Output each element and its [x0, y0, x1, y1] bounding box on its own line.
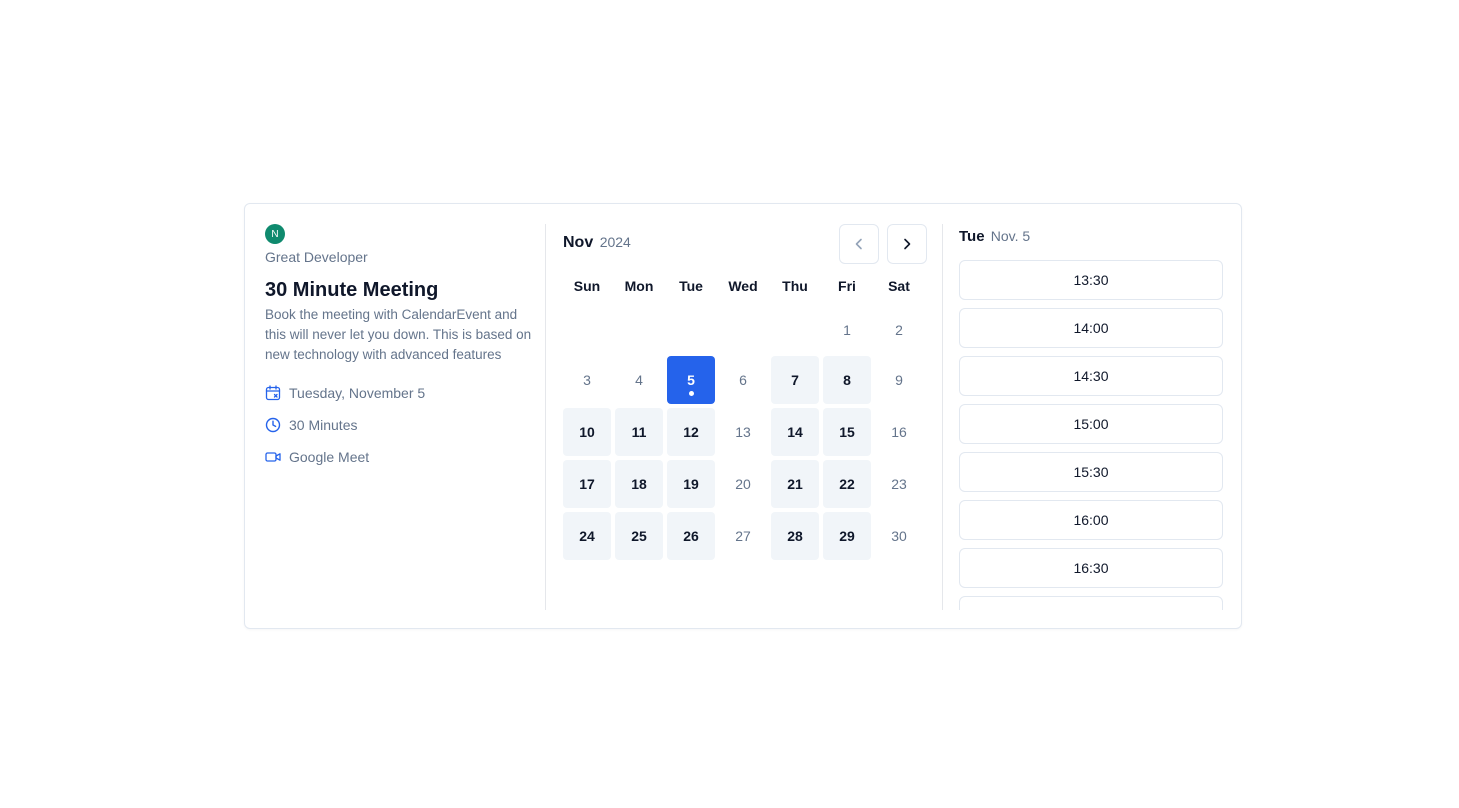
- video-icon: [265, 452, 281, 462]
- day-cell-available[interactable]: 11: [615, 408, 663, 456]
- divider-left: [545, 224, 546, 610]
- day-cell-available[interactable]: 28: [771, 512, 819, 560]
- time-slot-button[interactable]: 14:00: [959, 308, 1223, 348]
- time-slot-button[interactable]: [959, 596, 1223, 610]
- event-info-panel: N Great Developer 30 Minute Meeting Book…: [265, 224, 533, 473]
- next-month-button[interactable]: [887, 224, 927, 264]
- booking-card: N Great Developer 30 Minute Meeting Book…: [244, 203, 1242, 629]
- day-cell-unavailable: 3: [583, 372, 591, 388]
- day-cell-available[interactable]: 15: [823, 408, 871, 456]
- chevron-right-icon: [904, 238, 911, 250]
- time-slot-button[interactable]: 13:30: [959, 260, 1223, 300]
- event-title: 30 Minute Meeting: [265, 279, 439, 301]
- meta-duration-label: 30 Minutes: [289, 417, 358, 433]
- day-cell-unavailable: 9: [895, 372, 903, 388]
- time-slot-button[interactable]: 16:30: [959, 548, 1223, 588]
- day-cell-available[interactable]: 10: [563, 408, 611, 456]
- clock-icon: [265, 417, 281, 433]
- day-cell-unavailable: 1: [843, 322, 851, 338]
- day-cell-unavailable: 23: [891, 476, 907, 492]
- event-description: Book the meeting with CalendarEvent and …: [265, 307, 532, 362]
- day-cell-available[interactable]: 7: [771, 356, 819, 404]
- day-cell-available[interactable]: 19: [667, 460, 715, 508]
- time-slot-button[interactable]: 14:30: [959, 356, 1223, 396]
- month-label: Nov 2024: [563, 234, 631, 252]
- day-cell-unavailable: 6: [739, 372, 747, 388]
- day-cell-available[interactable]: 25: [615, 512, 663, 560]
- calendar: Nov 2024 Sun Mon Tue Wed Thu Fri Sat 1 2 3 4 5 6 7 8 9 1…: [563, 224, 927, 560]
- day-cell-selected[interactable]: 5: [667, 356, 715, 404]
- day-cell-available[interactable]: 17: [563, 460, 611, 508]
- avatar: N: [265, 224, 285, 244]
- meta-duration: 30 Minutes: [265, 409, 533, 441]
- divider-right: [942, 224, 943, 610]
- day-cell-available[interactable]: 22: [823, 460, 871, 508]
- weekday-header: Thu: [782, 278, 808, 294]
- meta-location-label: Google Meet: [289, 449, 370, 465]
- prev-month-button[interactable]: [839, 224, 879, 264]
- day-cell-unavailable: 20: [735, 476, 751, 492]
- time-slot-button[interactable]: 16:00: [959, 500, 1223, 540]
- slots-header: Tue Nov. 5: [959, 224, 1223, 250]
- day-cell-unavailable: 4: [635, 372, 643, 388]
- day-cell-available[interactable]: 29: [823, 512, 871, 560]
- day-cell-available[interactable]: 12: [667, 408, 715, 456]
- day-cell-available[interactable]: 24: [563, 512, 611, 560]
- year-label: 2024: [599, 234, 631, 250]
- weekday-header: Sat: [888, 278, 910, 294]
- meta-date: Tuesday, November 5: [265, 377, 533, 409]
- day-cell-unavailable: 2: [895, 322, 903, 338]
- calendar-grid: Sun Mon Tue Wed Thu Fri Sat 1 2 3 4 5 6 7 8 9 10 11 12 13 14…: [563, 268, 927, 560]
- host-name: Great Developer: [265, 249, 368, 265]
- calendar-icon: [265, 385, 281, 401]
- chevron-left-icon: [855, 238, 862, 250]
- event-meta: Tuesday, November 5 30 Minutes Google Me…: [265, 377, 533, 473]
- meta-date-label: Tuesday, November 5: [289, 385, 426, 401]
- day-cell-available[interactable]: 18: [615, 460, 663, 508]
- slots-day: Tue: [959, 228, 985, 245]
- day-cell-available[interactable]: 14: [771, 408, 819, 456]
- weekday-header: Wed: [728, 278, 758, 294]
- weekday-header: Fri: [838, 278, 856, 294]
- weekday-header: Mon: [624, 278, 654, 294]
- time-slots-panel: Tue Nov. 5 13:30 14:00 14:30 15:00 15:30 16:0…: [959, 224, 1223, 610]
- month-name: Nov: [563, 234, 594, 251]
- time-slot-button[interactable]: 15:30: [959, 452, 1223, 492]
- meta-location: Google Meet: [265, 441, 533, 473]
- day-cell-available[interactable]: 8: [823, 356, 871, 404]
- day-cell-available[interactable]: 21: [771, 460, 819, 508]
- time-slot-button[interactable]: 15:00: [959, 404, 1223, 444]
- weekday-header: Tue: [679, 278, 703, 294]
- day-cell-available[interactable]: 26: [667, 512, 715, 560]
- day-cell-unavailable: 27: [735, 528, 751, 544]
- weekday-header: Sun: [573, 278, 601, 294]
- day-cell-unavailable: 30: [891, 528, 907, 544]
- day-cell-unavailable: 13: [735, 424, 751, 440]
- day-cell-unavailable: 16: [891, 424, 907, 440]
- slot-list: 13:30 14:00 14:30 15:00 15:30 16:00 16:30: [959, 260, 1223, 610]
- slots-date: Nov. 5: [990, 228, 1031, 244]
- calendar-header: Nov 2024: [563, 224, 927, 264]
